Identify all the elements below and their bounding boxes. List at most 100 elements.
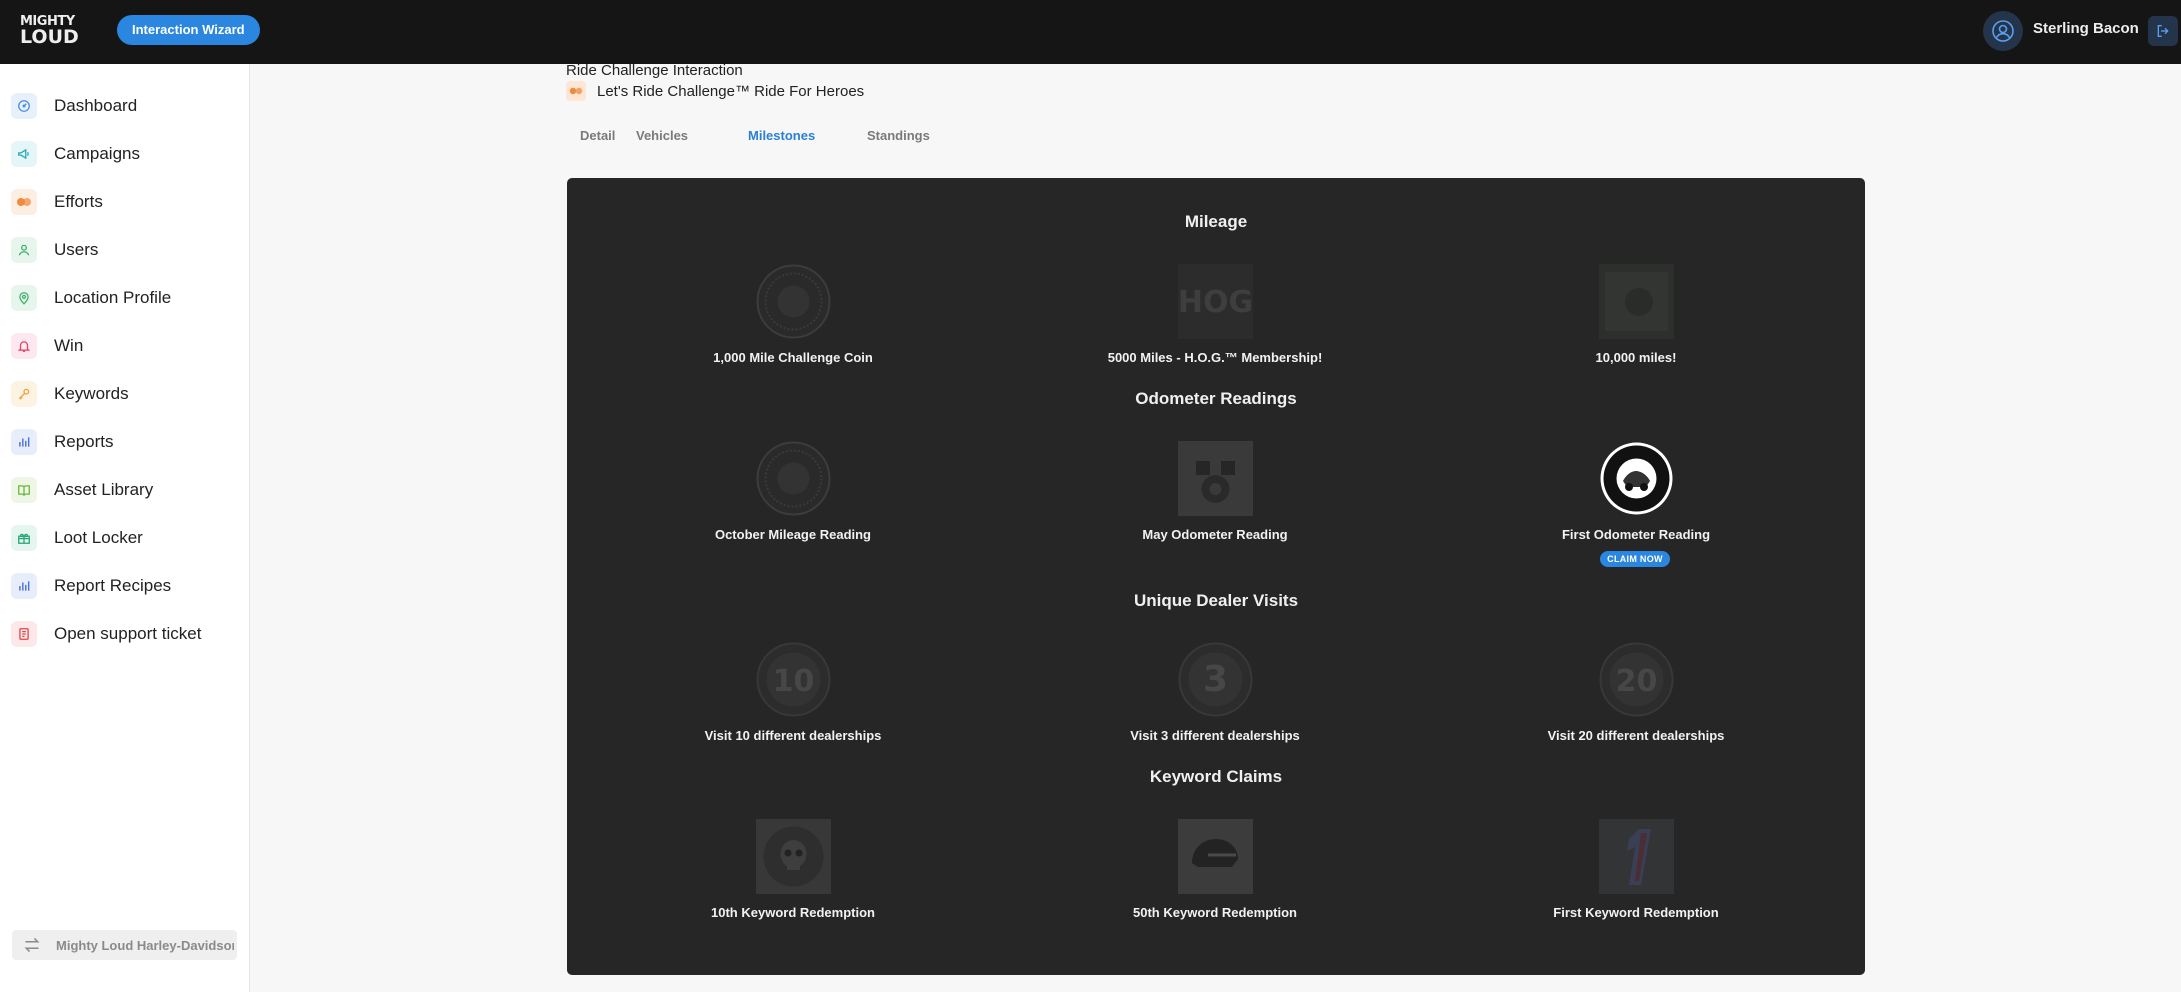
sidebar-item-label: Report Recipes — [54, 576, 172, 595]
sidebar-item-label: Location Profile — [54, 288, 172, 307]
location-pin-icon — [11, 285, 37, 311]
tab-milestones[interactable]: Milestones — [734, 124, 829, 147]
sidebar-item-label: Win — [54, 336, 84, 355]
svg-text:3: 3 — [1203, 659, 1228, 700]
section-title-mileage: Mileage — [1184, 212, 1248, 231]
sidebar-item-label: Reports — [54, 432, 114, 451]
claim-now-button[interactable]: CLAIM NOW — [1600, 551, 1670, 567]
milestone-badge[interactable]: May Odometer Reading — [1075, 441, 1355, 571]
milestone-badge[interactable]: 50th Keyword Redemption — [1075, 819, 1355, 949]
svg-text:10: 10 — [773, 664, 815, 699]
skull-icon — [756, 819, 831, 894]
sidebar-item-users[interactable]: Users — [0, 226, 250, 274]
gift-icon — [11, 525, 37, 551]
sidebar-item-reports[interactable]: Reports — [0, 418, 250, 466]
bar-chart-icon — [11, 429, 37, 455]
section-title-unique-dealer-visits: Unique Dealer Visits — [1133, 591, 1299, 610]
sidebar: Mighty Loud Harley-Davidson Dashboard Cam… — [0, 64, 250, 992]
bar-chart-icon — [11, 573, 37, 599]
svg-text:20: 20 — [1616, 664, 1658, 699]
efforts-icon — [566, 81, 586, 101]
milestones-panel: Mileage 1,000 Mile Challenge Coin HOG 5000 … — [567, 178, 1865, 975]
milestone-badge[interactable]: 3 Visit 3 different dealerships — [1075, 642, 1355, 772]
tab-standings[interactable]: Standings — [853, 124, 944, 147]
milestone-badge[interactable]: 10th Keyword Redemption — [653, 819, 933, 949]
engine-icon — [1178, 441, 1253, 516]
coin-icon — [756, 441, 831, 516]
milestone-label: First Odometer Reading — [1561, 527, 1711, 542]
hog-logo-icon: HOG — [1178, 264, 1253, 339]
milestone-badge[interactable]: 20 Visit 20 different dealerships — [1496, 642, 1776, 772]
sidebar-item-label: Users — [54, 240, 99, 259]
milestone-label: First Keyword Redemption — [1553, 905, 1719, 920]
milestone-label: 10th Keyword Redemption — [711, 905, 875, 920]
section-title-keyword-claims: Keyword Claims — [1149, 767, 1283, 786]
ride-challenge-seal-icon — [1599, 441, 1674, 516]
milestone-badge[interactable]: 1,000 Mile Challenge Coin — [653, 264, 933, 394]
photo-icon — [1599, 264, 1674, 339]
milestone-badge[interactable]: October Mileage Reading — [653, 441, 933, 571]
ticket-icon — [11, 621, 37, 647]
milestone-label: May Odometer Reading — [1142, 527, 1288, 542]
milestone-badge[interactable]: HOG 5000 Miles - H.O.G.™ Membership! — [1075, 264, 1355, 394]
sidebar-item-win[interactable]: Win — [0, 322, 250, 370]
number-3-badge-icon: 3 — [1178, 642, 1253, 717]
logo-line2: LOUD — [20, 26, 79, 48]
section-title-odometer-readings: Odometer Readings — [1135, 389, 1297, 408]
bell-icon — [11, 333, 37, 359]
book-icon — [11, 477, 37, 503]
dashboard-icon — [11, 93, 37, 119]
sidebar-item-label: Dashboard — [54, 96, 138, 115]
sidebar-item-campaigns[interactable]: Campaigns — [0, 130, 250, 178]
sidebar-item-location-profile[interactable]: Location Profile — [0, 274, 250, 322]
sidebar-item-open-support-ticket[interactable]: Open support ticket — [0, 610, 250, 658]
account-name: Mighty Loud Harley-Davidson — [56, 938, 234, 953]
sidebar-item-label: Keywords — [54, 384, 129, 403]
sidebar-item-loot-locker[interactable]: Loot Locker — [0, 514, 250, 562]
interaction-wizard-button[interactable]: Interaction Wizard — [117, 15, 260, 45]
milestone-label: 10,000 miles! — [1595, 350, 1677, 365]
sidebar-item-report-recipes[interactable]: Report Recipes — [0, 562, 250, 610]
key-icon — [11, 381, 37, 407]
account-switcher[interactable]: Mighty Loud Harley-Davidson — [12, 930, 237, 960]
coin-icon — [756, 264, 831, 339]
number-one-icon — [1599, 819, 1674, 894]
user-circle-icon — [1992, 20, 2014, 42]
sidebar-item-efforts[interactable]: Efforts — [0, 178, 250, 226]
sidebar-item-label: Asset Library — [54, 480, 154, 499]
switch-arrows-icon — [24, 937, 40, 953]
sidebar-item-label: Open support ticket — [54, 624, 202, 643]
milestone-label: October Mileage Reading — [714, 527, 872, 542]
user-name[interactable]: Sterling Bacon — [2033, 20, 2139, 37]
efforts-icon — [11, 189, 37, 215]
milestone-badge[interactable]: First Keyword Redemption — [1496, 819, 1776, 949]
sidebar-item-asset-library[interactable]: Asset Library — [0, 466, 250, 514]
sidebar-item-keywords[interactable]: Keywords — [0, 370, 250, 418]
milestone-label: 50th Keyword Redemption — [1133, 905, 1297, 920]
tab-detail[interactable]: Detail — [566, 124, 629, 147]
top-bar: MIGHTY LOUD Interaction Wizard Sterling … — [0, 0, 2181, 64]
helmet-icon — [1178, 819, 1253, 894]
number-10-badge-icon: 10 — [756, 642, 831, 717]
mighty-loud-logo[interactable]: MIGHTY LOUD — [20, 15, 79, 48]
sidebar-item-label: Loot Locker — [54, 528, 143, 547]
user-icon — [11, 237, 37, 263]
sidebar-item-label: Efforts — [54, 192, 103, 211]
effort-name: Let's Ride Challenge™ Ride For Heroes — [597, 82, 865, 100]
sidebar-item-label: Campaigns — [54, 144, 140, 163]
tab-vehicles[interactable]: Vehicles — [622, 124, 702, 147]
milestone-label: 5000 Miles - H.O.G.™ Membership! — [1107, 350, 1323, 365]
milestone-badge[interactable]: First Odometer Reading CLAIM NOW — [1496, 441, 1776, 571]
milestone-badge[interactable]: 10 Visit 10 different dealerships — [653, 642, 933, 772]
milestone-badge[interactable]: 10,000 miles! — [1496, 264, 1776, 394]
sidebar-item-dashboard[interactable]: Dashboard — [0, 82, 250, 130]
logout-button[interactable] — [2148, 16, 2178, 46]
user-avatar[interactable] — [1983, 11, 2023, 51]
milestone-label: Visit 10 different dealerships — [704, 728, 882, 743]
milestone-label: Visit 20 different dealerships — [1547, 728, 1725, 743]
milestone-label: 1,000 Mile Challenge Coin — [713, 350, 873, 365]
megaphone-icon — [11, 141, 37, 167]
milestone-label: Visit 3 different dealerships — [1130, 728, 1300, 743]
number-20-badge-icon: 20 — [1599, 642, 1674, 717]
effort-row: Let's Ride Challenge™ Ride For Heroes — [566, 81, 864, 101]
